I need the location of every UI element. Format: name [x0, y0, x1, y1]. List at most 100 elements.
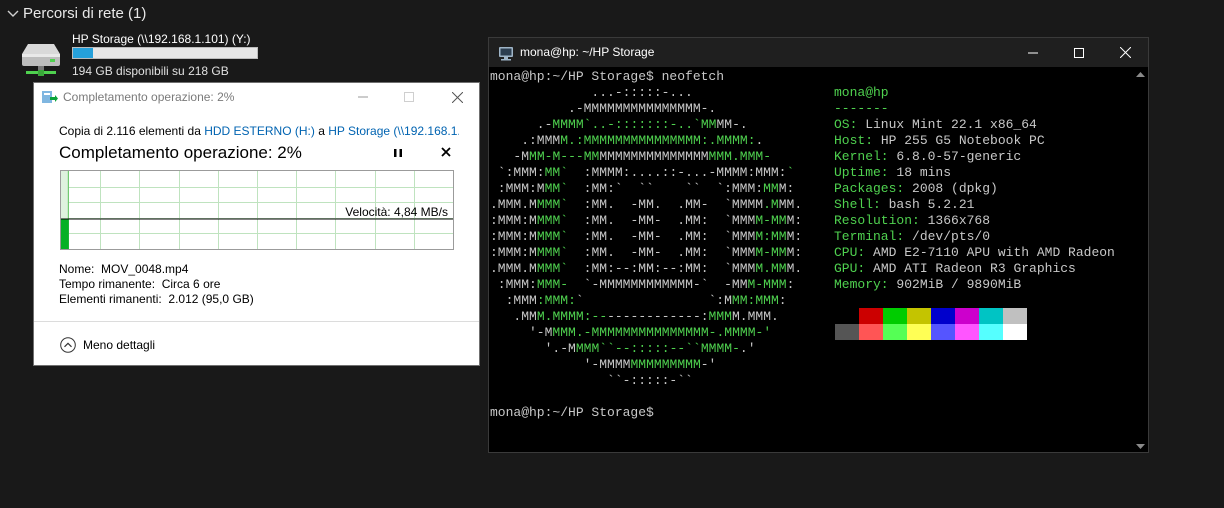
detail-items: Elementi rimanenti: 2.012 (95,0 GB): [59, 292, 254, 307]
detail-time-value: Circa 6 ore: [161, 277, 221, 291]
info-value: 2008 (dpkg): [904, 181, 998, 196]
logo-line: :MMM:MMM- `-MMMMMMMMMMMM-` -MMM-MMM:: [490, 277, 795, 292]
palette-swatch: [979, 324, 1003, 340]
scroll-down-icon[interactable]: [1136, 443, 1145, 450]
logo-line: -MMM-M---MMMMMMMMMMMMMMMMMMM.MMM-: [490, 149, 772, 164]
info-row: Uptime: 18 mins: [834, 165, 951, 181]
palette-swatch: [931, 324, 955, 340]
info-key: Shell:: [834, 197, 881, 212]
terminal-window: mona@hp: ~/HP Storage mona@hp:~/HP Stora…: [488, 37, 1149, 453]
palette-swatch: [955, 324, 979, 340]
pause-icon[interactable]: [391, 146, 405, 160]
info-key: Kernel:: [834, 149, 889, 164]
palette-swatch: [859, 308, 883, 324]
info-row: Kernel: 6.8.0-57-generic: [834, 149, 1021, 165]
info-row: CPU: AMD E2-7110 APU with AMD Radeon: [834, 245, 1115, 261]
palette-swatch: [859, 324, 883, 340]
minimize-icon: [1028, 52, 1038, 53]
dialog-title: Completamento operazione: 2%: [63, 90, 235, 104]
network-locations-section: Percorsi di rete (1): [0, 0, 1224, 30]
logo-line: .:MMMM.:MMMMMMMMMMMMMMM:.MMMM:.: [490, 133, 764, 148]
source-link[interactable]: HDD ESTERNO (H:): [204, 124, 315, 138]
info-row: GPU: AMD ATI Radeon R3 Graphics: [834, 261, 1076, 277]
progress-title: Completamento operazione: 2%: [59, 143, 302, 162]
info-value: AMD ATI Radeon R3 Graphics: [865, 261, 1076, 276]
logo-line: ``-:::::-``: [490, 373, 693, 388]
info-key: CPU:: [834, 245, 866, 260]
palette-swatch: [883, 324, 907, 340]
logo-line: ...-:::::-...: [490, 85, 693, 100]
close-icon: [451, 91, 463, 103]
logo-line: '-MMMMMMMMMMMMM-': [490, 357, 717, 372]
detail-name-label: Nome:: [59, 262, 95, 276]
logo-line: :MMM:MMM` :MM:` `` `` `:MMM:MMM:: [490, 181, 795, 196]
info-row: Host: HP 255 G5 Notebook PC: [834, 133, 1045, 149]
palette-swatch: [1003, 308, 1027, 324]
info-value: 6.8.0-57-generic: [888, 149, 1022, 164]
logo-line: :MMM:MMM:` `:MMM:MMM:: [490, 293, 787, 308]
info-row: Shell: bash 5.2.21: [834, 197, 974, 213]
network-drive-item[interactable]: HP Storage (\\192.168.1.101) (Y:) 194 GB…: [18, 32, 278, 80]
logo-line: .MMM.MMMM` :MM:--:MM:--:MM: `MMMM.MMM.: [490, 261, 803, 276]
info-key: Terminal:: [834, 229, 905, 244]
command-line: mona@hp:~/HP Storage$ neofetch: [490, 69, 724, 85]
info-value: HP 255 G5 Notebook PC: [873, 133, 1045, 148]
palette-swatch: [955, 308, 979, 324]
prompt: mona@hp:~/HP Storage$: [490, 69, 654, 84]
info-row: OS: Linux Mint 22.1 x86_64: [834, 117, 1037, 133]
minimize-icon: [358, 96, 368, 98]
section-title[interactable]: Percorsi di rete (1): [23, 5, 146, 22]
transfer-speed-graph: Velocità: 4,84 MB/s: [60, 170, 454, 250]
logo-line: `:MMM:MM` :MMMM:....::-...-MMMM:MMM:`: [490, 165, 795, 180]
close-icon: [1119, 47, 1131, 58]
copy-prefix: Copia di 2.116 elementi da: [59, 124, 205, 138]
logo-line: .-MMMMMMMMMMMMMMM-.: [490, 101, 717, 116]
info-value: 902MiB / 9890MiB: [888, 277, 1022, 292]
final-prompt: mona@hp:~/HP Storage$: [490, 405, 654, 420]
chevron-down-icon[interactable]: [6, 6, 20, 20]
detail-items-value: 2.012 (95,0 GB): [168, 292, 254, 306]
copy-middle: a: [314, 124, 329, 138]
scroll-up-icon[interactable]: [1136, 71, 1145, 78]
less-details-button[interactable]: Meno dettagli: [60, 335, 155, 355]
terminal-app-icon: [499, 47, 513, 61]
terminal-close-button[interactable]: [1102, 38, 1148, 67]
palette-swatch: [835, 324, 859, 340]
palette-swatch: [931, 308, 955, 324]
detail-items-label: Elementi rimanenti:: [59, 292, 162, 306]
palette-swatch: [907, 308, 931, 324]
palette-swatch: [883, 308, 907, 324]
dialog-close-button[interactable]: [434, 83, 480, 111]
command: neofetch: [653, 69, 725, 84]
dialog-titlebar[interactable]: Completamento operazione: 2%: [34, 83, 479, 111]
copy-description: Copia di 2.116 elementi da HDD ESTERNO (…: [59, 124, 459, 138]
terminal-output[interactable]: mona@hp:~/HP Storage$ neofetch ...-:::::…: [490, 69, 1135, 452]
terminal-titlebar[interactable]: mona@hp: ~/HP Storage: [489, 38, 1148, 67]
drive-free-space: 194 GB disponibili su 218 GB: [72, 64, 229, 78]
drive-usage-bar: [72, 47, 258, 59]
terminal-minimize-button[interactable]: [1010, 38, 1056, 67]
cancel-icon[interactable]: [439, 145, 453, 159]
info-separator: -------: [834, 101, 889, 116]
user-host: mona@hp: [834, 85, 889, 100]
destination-link[interactable]: HP Storage (\\192.168.1....: [328, 124, 459, 138]
detail-time-label: Tempo rimanente:: [59, 277, 156, 291]
copy-operation-icon: [42, 91, 58, 103]
palette-swatch: [979, 308, 1003, 324]
info-key: Packages:: [834, 181, 905, 196]
info-value: Linux Mint 22.1 x86_64: [857, 117, 1037, 132]
terminal-scrollbar[interactable]: [1134, 69, 1147, 452]
info-value: bash 5.2.21: [880, 197, 975, 212]
color-palette: [835, 308, 1027, 340]
terminal-maximize-button[interactable]: [1056, 38, 1102, 67]
network-drive-icon: [22, 44, 60, 76]
info-value: 18 mins: [888, 165, 952, 180]
logo-line: :MMM:MMMM` :MM. -MM- .MM: `MMMM-MMM:: [490, 213, 803, 228]
less-details-label: Meno dettagli: [83, 338, 156, 352]
info-row: Memory: 902MiB / 9890MiB: [834, 277, 1021, 293]
dialog-divider: [34, 321, 479, 322]
info-key: OS:: [834, 117, 858, 132]
logo-line: .MMM.MMMM` :MM. -MM. .MM- `MMMM.MMM.: [490, 197, 803, 212]
dialog-minimize-button[interactable]: [340, 83, 386, 111]
info-key: Memory:: [834, 277, 889, 292]
